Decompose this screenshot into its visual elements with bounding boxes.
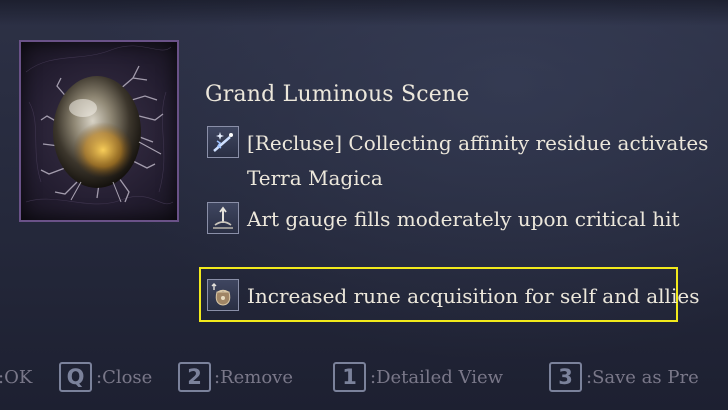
- rune-pouch-icon: [211, 283, 231, 306]
- detailed-view-key-button[interactable]: 1: [333, 362, 366, 392]
- effect-text-line-1: Art gauge fills moderately upon critical…: [247, 207, 680, 231]
- close-key-button[interactable]: Q: [59, 362, 92, 392]
- item-name: Grand Luminous Scene: [205, 82, 470, 107]
- footer-controls: :OK Q :Close 2 :Remove 1 :Detailed View …: [0, 358, 728, 398]
- detailed-view-label: :Detailed View: [370, 367, 504, 388]
- save-key-button[interactable]: 3: [549, 362, 582, 392]
- art-gauge-icon: [213, 206, 233, 229]
- top-shadow-strip: [0, 0, 728, 26]
- luminous-scene-relic-icon: [25, 45, 174, 205]
- close-label: :Close: [96, 367, 153, 388]
- ok-label: :OK: [0, 367, 33, 388]
- remove-label: :Remove: [214, 367, 293, 388]
- effect-icon-frame: [207, 279, 239, 311]
- effect-icon-frame: [207, 126, 239, 158]
- item-image-frame: [19, 40, 179, 222]
- effect-text-line-1: Increased rune acquisition for self and …: [247, 284, 700, 308]
- effect-text-line-2: Terra Magica: [247, 166, 383, 190]
- save-label: :Save as Pre: [586, 367, 699, 388]
- magic-spark-icon: [213, 132, 233, 152]
- remove-key-button[interactable]: 2: [178, 362, 211, 392]
- effect-icon-frame: [207, 202, 239, 234]
- effect-text-line-1: [Recluse] Collecting affinity residue ac…: [247, 131, 709, 155]
